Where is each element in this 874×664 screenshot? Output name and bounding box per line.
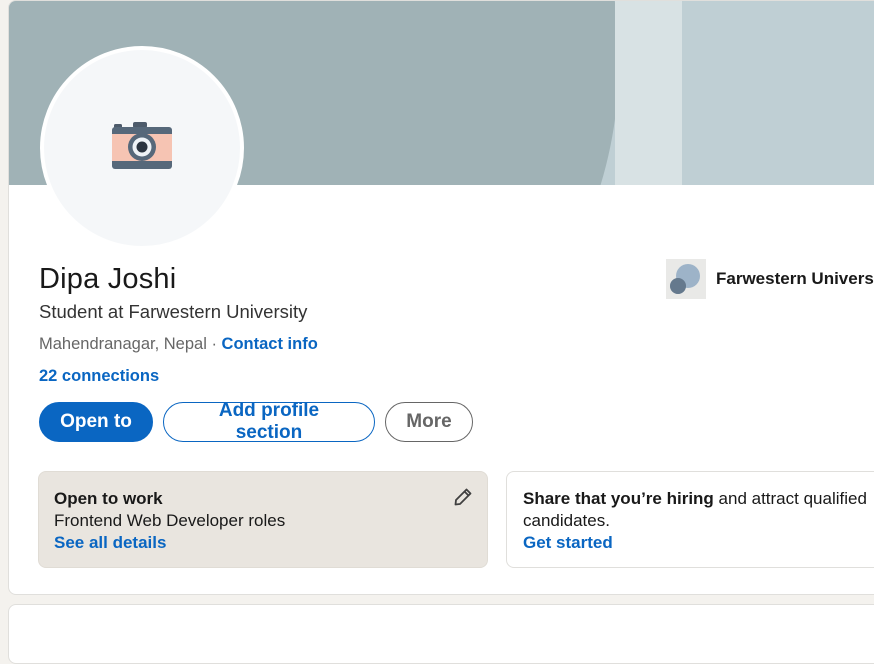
- hiring-text: Share that you’re hiring and attract qua…: [523, 488, 869, 532]
- profile-photo[interactable]: [40, 46, 244, 250]
- connections-link[interactable]: 22 connections: [39, 367, 159, 386]
- profile-location-line: Mahendranagar, Nepal · Contact info: [39, 335, 318, 354]
- profile-name: Dipa Joshi: [39, 263, 177, 295]
- profile-headline: Student at Farwestern University: [39, 301, 308, 322]
- add-profile-section-button[interactable]: Add profile section: [163, 400, 375, 443]
- see-all-details-link[interactable]: See all details: [54, 532, 472, 554]
- location-separator: ·: [206, 335, 222, 353]
- camera-icon: [111, 121, 173, 176]
- open-to-button[interactable]: Open to: [39, 402, 153, 442]
- open-to-work-roles: Frontend Web Developer roles: [54, 511, 286, 530]
- more-button[interactable]: More: [385, 402, 473, 442]
- profile-card: Dipa Joshi Student at Farwestern Univers…: [8, 0, 874, 595]
- get-started-link[interactable]: Get started: [523, 532, 869, 554]
- school-logo-icon: [666, 259, 706, 299]
- hiring-strong-text: Share that you’re hiring: [523, 489, 714, 508]
- open-to-work-card[interactable]: Open to work Frontend Web Developer role…: [38, 471, 488, 568]
- banner-stripe: [615, 1, 682, 185]
- pencil-icon[interactable]: [453, 487, 473, 507]
- education-link[interactable]: Farwestern University: [666, 259, 874, 299]
- location-text: Mahendranagar, Nepal: [39, 335, 207, 353]
- contact-info-link[interactable]: Contact info: [222, 335, 318, 353]
- open-to-work-title: Open to work: [54, 489, 163, 508]
- school-name: Farwestern University: [716, 269, 874, 288]
- next-section-card: [8, 604, 874, 664]
- hiring-card[interactable]: Share that you’re hiring and attract qua…: [506, 471, 874, 568]
